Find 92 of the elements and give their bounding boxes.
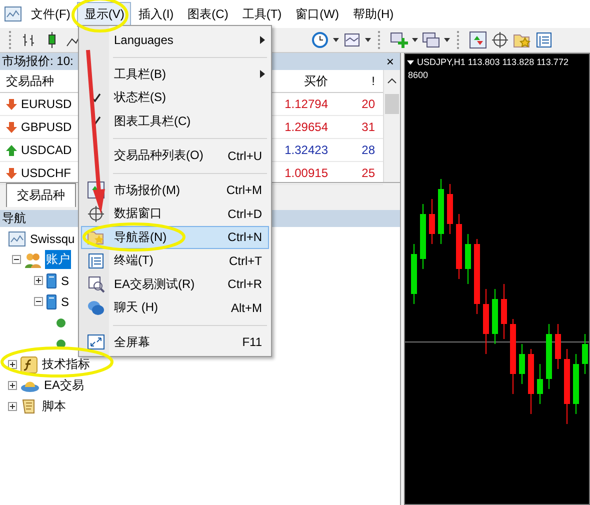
tree-item[interactable]: 脚本 <box>41 397 67 416</box>
menu-bar-item[interactable]: 窗口(W) <box>288 2 346 26</box>
symbol-cell: EURUSD <box>21 97 72 111</box>
menu-item[interactable]: 工具栏(B) <box>81 62 269 86</box>
tab[interactable]: 交易品种 <box>6 183 76 207</box>
clock-icon[interactable] <box>311 31 329 49</box>
collapse-icon[interactable] <box>12 255 21 264</box>
app-icon <box>4 6 22 22</box>
table-cell-text: 25 <box>360 166 376 180</box>
menu-item[interactable]: 数据窗口 Ctrl+D <box>81 202 269 226</box>
scrollbar-thumb[interactable] <box>385 94 399 114</box>
chart-window-icon <box>8 230 26 246</box>
candle <box>483 288 489 354</box>
server-icon <box>46 272 57 288</box>
add-chart-icon[interactable] <box>390 31 408 49</box>
table-cell-text: 31 <box>360 120 376 134</box>
menu-item[interactable]: Languages <box>81 28 269 52</box>
menu-item[interactable]: 状态栏(S) <box>81 86 269 110</box>
bid-cell-text: 1.29654 <box>284 120 329 134</box>
candle <box>492 288 498 344</box>
candle <box>429 198 435 244</box>
bid-cell-text: 1.12794 <box>284 97 329 111</box>
expand-icon[interactable] <box>8 360 17 369</box>
scrollbar[interactable] <box>383 70 400 182</box>
symbol-cell: USDCAD <box>21 143 72 157</box>
candle <box>456 214 462 280</box>
caret-icon[interactable] <box>444 38 450 42</box>
candle <box>528 348 534 414</box>
menu-item[interactable]: 交易品种列表(O) Ctrl+U <box>81 144 269 168</box>
caret-icon[interactable] <box>333 38 339 42</box>
panel-title: 市场报价: 10: <box>2 53 74 70</box>
menu-bar-item[interactable]: 工具(T) <box>235 2 289 26</box>
up-arrow-icon <box>6 144 17 156</box>
bid-cell-text: 1.32423 <box>284 143 329 157</box>
menu-item[interactable]: 导航器(N) Ctrl+N <box>81 226 269 249</box>
candle <box>420 204 426 270</box>
candle <box>573 354 579 414</box>
menu-item[interactable]: EA交易测试(R) Ctrl+R <box>81 272 269 296</box>
column-header[interactable]: ! <box>334 74 381 88</box>
menu-bar-item[interactable]: 插入(I) <box>131 2 181 26</box>
template-icon[interactable] <box>343 31 361 49</box>
table-cell-text: 28 <box>360 143 376 157</box>
tree-item[interactable]: S <box>60 294 70 310</box>
expand-icon[interactable] <box>34 276 43 285</box>
caret-icon[interactable] <box>365 38 371 42</box>
menu-bar-item[interactable]: 帮助(H) <box>346 2 401 26</box>
bid-cell-text: 1.00915 <box>284 166 329 180</box>
candle <box>501 284 507 340</box>
crosshair-icon[interactable] <box>491 31 509 49</box>
person-icon <box>56 318 66 328</box>
chart-subheader: 8600 <box>407 70 430 80</box>
down-arrow-icon <box>6 168 17 178</box>
panel-title: 导航 <box>2 210 26 227</box>
candle <box>537 364 543 404</box>
menu-item[interactable]: 全屏幕 F11 <box>81 330 269 354</box>
menu-bar-item[interactable]: 文件(F) <box>24 2 78 26</box>
expand-icon[interactable] <box>8 402 17 411</box>
caret-icon[interactable] <box>407 60 414 64</box>
symbol-cell: GBPUSD <box>21 120 72 134</box>
caret-icon[interactable] <box>412 38 418 42</box>
candle <box>447 184 453 234</box>
column-header[interactable]: 买价 <box>270 72 334 90</box>
list-icon[interactable] <box>535 31 553 49</box>
people-icon <box>24 250 42 268</box>
candle <box>438 178 444 244</box>
candle <box>465 234 471 284</box>
chart-header: USDJPY,H1 113.803 113.828 113.772 <box>417 57 568 67</box>
server-icon <box>46 294 57 310</box>
tree-item[interactable]: EA交易 <box>43 376 86 395</box>
menu-item[interactable]: 聊天 (H) Alt+M <box>81 296 269 320</box>
candle <box>519 344 525 384</box>
collapse-icon[interactable] <box>34 297 43 306</box>
candle <box>411 244 417 304</box>
candle <box>555 324 561 370</box>
close-button[interactable]: × <box>382 54 398 69</box>
tree-item[interactable]: 账户 <box>45 250 71 269</box>
expand-icon[interactable] <box>8 381 17 390</box>
tree-item[interactable]: S <box>60 272 70 288</box>
down-arrow-icon <box>6 98 17 110</box>
menu-bar-item[interactable]: 图表(C) <box>180 2 236 26</box>
tree-item[interactable]: Swissqu <box>29 230 76 246</box>
quotes-icon[interactable] <box>469 31 487 49</box>
menu-item[interactable]: 图表工具栏(C) <box>81 110 269 133</box>
table-cell-text: 20 <box>360 97 376 111</box>
down-arrow-icon <box>6 122 17 132</box>
function-icon <box>20 356 38 374</box>
symbol-cell: USDCHF <box>21 166 71 180</box>
candle <box>582 334 588 374</box>
windows-icon[interactable] <box>422 31 440 49</box>
menu-item[interactable]: 终端(T) Ctrl+T <box>81 249 269 272</box>
candle <box>546 324 552 390</box>
person-icon <box>56 338 66 348</box>
